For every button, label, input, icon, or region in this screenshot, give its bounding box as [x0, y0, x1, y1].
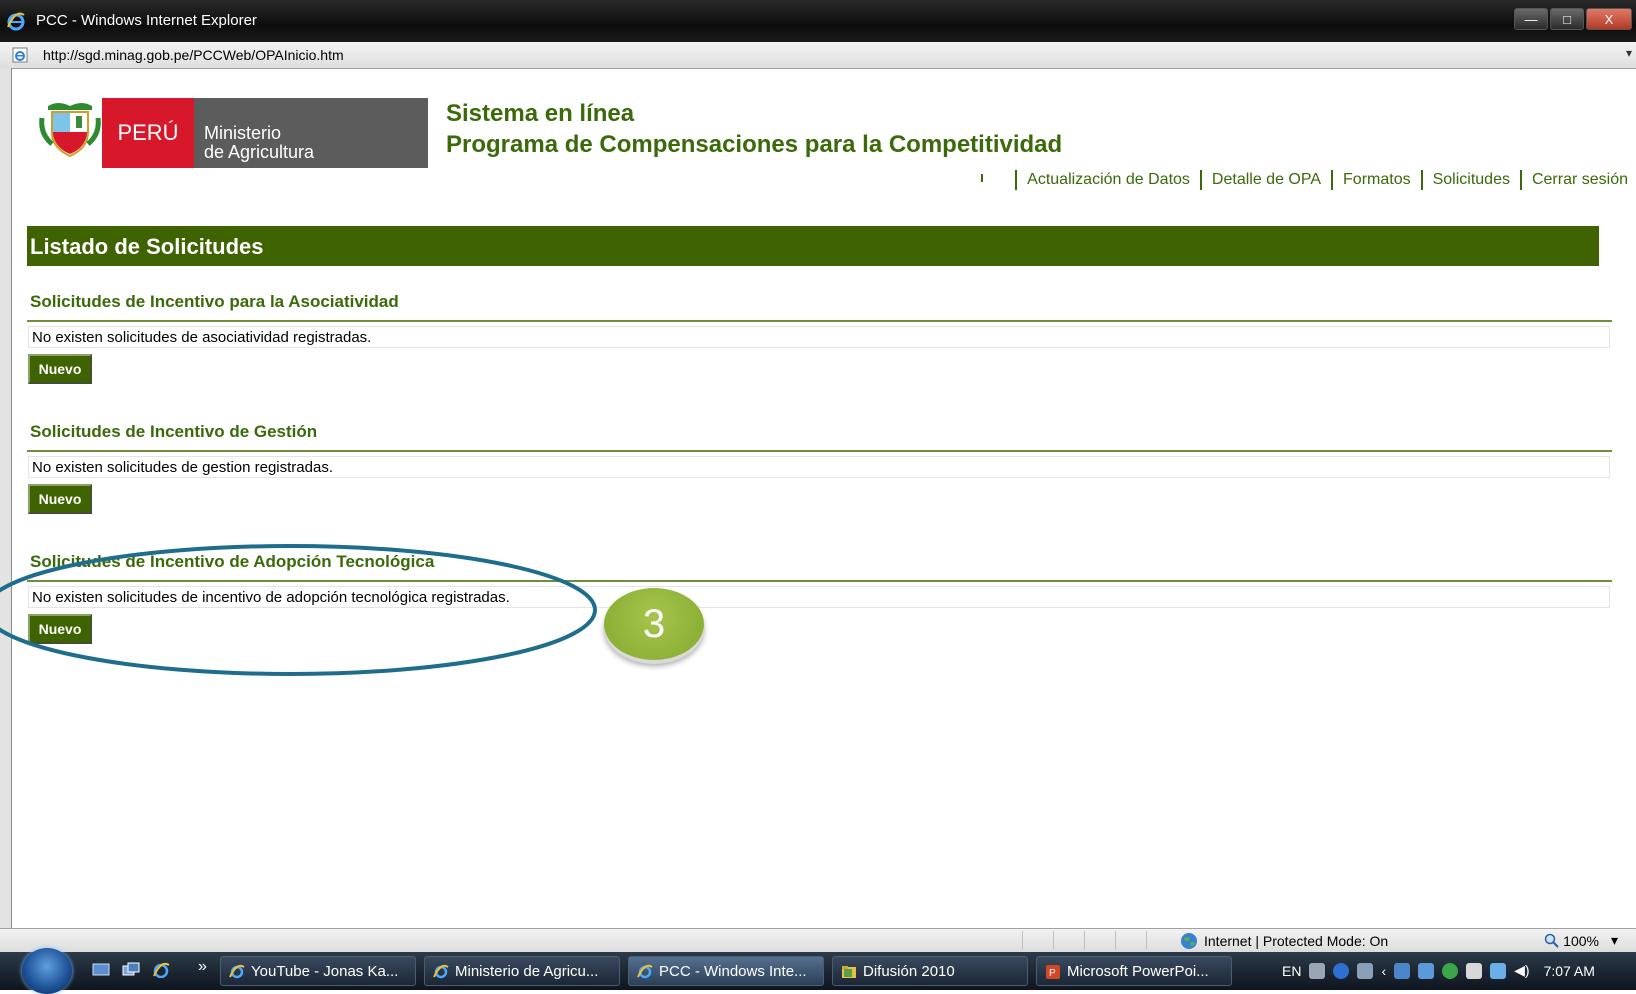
- system-title: Sistema en línea: [446, 100, 635, 127]
- powerpoint-icon: P: [1046, 965, 1060, 979]
- ie-icon: [433, 964, 449, 979]
- quicklaunch-overflow[interactable]: »: [198, 958, 207, 976]
- pin-icon[interactable]: [1357, 962, 1374, 979]
- task-label: YouTube - Jonas Ka...: [251, 963, 399, 980]
- windows-start-icon[interactable]: [22, 948, 72, 994]
- zoom-control[interactable]: 100% ▾: [1544, 932, 1618, 949]
- top-nav: Actualización de Datos Detalle de OPA Fo…: [981, 168, 1628, 192]
- nav-detalle-opa[interactable]: Detalle de OPA: [1212, 171, 1321, 189]
- window-controls: — □ X: [1512, 8, 1632, 32]
- logo-country: PERÚ: [102, 98, 194, 168]
- chevron-left-icon[interactable]: ‹: [1381, 963, 1386, 979]
- nav-separator: [1015, 170, 1018, 190]
- nav-solicitudes[interactable]: Solicitudes: [1433, 171, 1510, 189]
- taskbar: » YouTube - Jonas Ka... Ministerio de Ag…: [0, 948, 1636, 994]
- maximize-button[interactable]: □: [1550, 8, 1584, 30]
- close-button[interactable]: X: [1586, 8, 1632, 30]
- task-label: Microsoft PowerPoi...: [1067, 963, 1209, 980]
- status-bar: Internet | Protected Mode: On 100% ▾: [0, 928, 1636, 953]
- section-divider: [27, 320, 1612, 322]
- volume-icon[interactable]: ◀): [1514, 962, 1529, 979]
- window-left-border: [0, 68, 12, 928]
- minimize-button[interactable]: —: [1514, 8, 1548, 30]
- status-cells: [1022, 931, 1177, 950]
- task-label: Ministerio de Agricu...: [455, 963, 599, 980]
- program-title: Programa de Compensaciones para la Compe…: [446, 131, 1063, 158]
- chevron-down-icon[interactable]: ▾: [1626, 46, 1632, 60]
- keyboard-icon[interactable]: [1309, 962, 1326, 979]
- task-label: Difusión 2010: [863, 963, 955, 980]
- ie-icon: [229, 964, 245, 979]
- display-icon[interactable]: [1418, 962, 1435, 979]
- ie-icon[interactable]: [152, 962, 170, 978]
- svg-text:P: P: [1049, 968, 1056, 979]
- network-icon[interactable]: [1394, 962, 1411, 979]
- status-cell: [1084, 931, 1115, 950]
- nav-separator: [1420, 170, 1423, 190]
- nav-formatos[interactable]: Formatos: [1343, 171, 1411, 189]
- nav-separator: [1199, 170, 1202, 190]
- language-indicator[interactable]: EN: [1282, 963, 1301, 979]
- page-title: Listado de Solicitudes: [27, 226, 1599, 266]
- help-icon[interactable]: [1333, 962, 1350, 979]
- task-powerpoint[interactable]: P Microsoft PowerPoi...: [1036, 956, 1232, 986]
- status-cell: [1022, 931, 1053, 950]
- nuevo-button-asociatividad[interactable]: Nuevo: [28, 354, 92, 384]
- chevron-down-icon[interactable]: ▾: [1611, 932, 1618, 949]
- magnifier-icon: [1544, 933, 1559, 948]
- address-bar[interactable]: http://sgd.minag.gob.pe/PCCWeb/OPAInicio…: [0, 42, 1636, 69]
- security-zone[interactable]: Internet | Protected Mode: On: [1180, 932, 1388, 950]
- empty-message-gestion: No existen solicitudes de gestion regist…: [28, 456, 1610, 478]
- nav-divider: [981, 174, 984, 182]
- nav-cerrar-sesion[interactable]: Cerrar sesión: [1532, 171, 1628, 189]
- window-titlebar: PCC - Windows Internet Explorer — □ X: [0, 0, 1636, 42]
- page-content: PERÚ Ministerio de Agricultura Sistema e…: [12, 70, 1636, 928]
- globe-icon: [1181, 933, 1197, 949]
- task-pcc[interactable]: PCC - Windows Inte...: [628, 956, 824, 986]
- status-icon[interactable]: [1442, 962, 1459, 979]
- step-number-badge: 3: [604, 588, 704, 660]
- security-zone-label: Internet | Protected Mode: On: [1204, 933, 1389, 949]
- section-title-gestion: Solicitudes de Incentivo de Gestión: [30, 422, 318, 441]
- ie-icon: [637, 964, 653, 979]
- task-difusion[interactable]: Difusión 2010: [832, 956, 1028, 986]
- empty-message-asociatividad: No existen solicitudes de asociatividad …: [28, 326, 1610, 348]
- nav-separator: [1519, 170, 1522, 190]
- logo-ministry-line2: de Agricultura: [204, 142, 315, 162]
- task-ministerio[interactable]: Ministerio de Agricu...: [424, 956, 620, 986]
- status-cell: [1146, 931, 1177, 950]
- zoom-level: 100%: [1563, 932, 1599, 949]
- nav-actualizacion-datos[interactable]: Actualización de Datos: [1027, 171, 1190, 189]
- nav-separator: [1331, 170, 1334, 190]
- task-label: PCC - Windows Inte...: [659, 963, 807, 980]
- section-title-asociatividad: Solicitudes de Incentivo para la Asociat…: [30, 292, 399, 311]
- clock[interactable]: 7:07 AM: [1544, 963, 1595, 979]
- switch-windows-icon[interactable]: [122, 962, 140, 978]
- logo-ministry-line1: Ministerio: [204, 123, 282, 143]
- status-cell: [1053, 931, 1084, 950]
- nuevo-button-gestion[interactable]: Nuevo: [28, 484, 92, 514]
- device-icon[interactable]: [1466, 962, 1483, 979]
- section-divider: [27, 450, 1612, 452]
- callout-ellipse: [0, 544, 597, 676]
- folder-icon: [842, 966, 856, 978]
- window-title: PCC - Windows Internet Explorer: [36, 12, 257, 29]
- show-desktop-icon[interactable]: [92, 962, 110, 978]
- system-tray: EN ‹ ◀) 7:07 AM: [1282, 962, 1595, 979]
- ie-icon: [7, 12, 25, 31]
- task-youtube[interactable]: YouTube - Jonas Ka...: [220, 956, 416, 986]
- address-url[interactable]: http://sgd.minag.gob.pe/PCCWeb/OPAInicio…: [43, 47, 344, 63]
- ie-page-icon: [12, 47, 28, 63]
- status-cell: [1115, 931, 1146, 950]
- logo-ministry: Ministerio de Agricultura: [194, 98, 428, 168]
- connection-icon[interactable]: [1490, 962, 1507, 979]
- peru-shield-icon: [39, 103, 101, 158]
